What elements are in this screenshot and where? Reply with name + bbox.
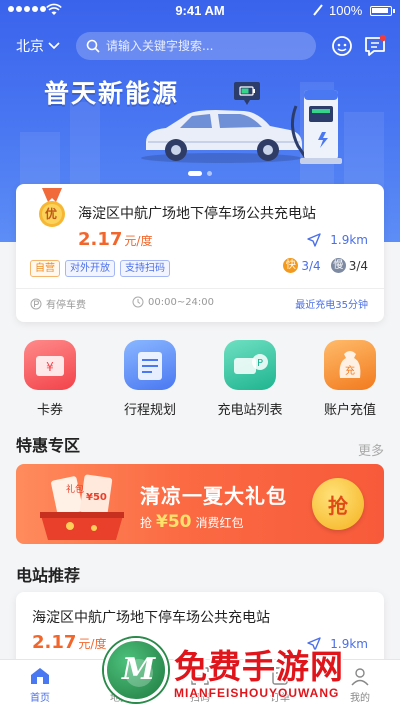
featured-station-card[interactable]: 优 海淀区中航广场地下停车场公共充电站 2.17 元/度 1.9km 自营 对外开… xyxy=(16,184,384,322)
promo-banner[interactable]: 礼包 ¥50 清凉一夏大礼包 抢 ¥50 消费红包 抢 xyxy=(16,464,384,544)
scan-icon xyxy=(191,667,209,685)
parking-icon xyxy=(30,298,42,309)
tab-map[interactable]: 地图 xyxy=(80,660,160,711)
bottom-tab-bar: 首页 地图 扫码 订单 我的 xyxy=(0,659,400,711)
entry-label: 行程规划 xyxy=(123,403,176,418)
station-name: 海淀区中航广场地下停车场公共充电站 xyxy=(78,206,316,222)
price-unit: 元/度 xyxy=(78,637,107,651)
recent-charge: 最近充电35分钟 xyxy=(295,300,368,311)
entry-station-list[interactable]: P 充电站列表 xyxy=(200,340,300,418)
quick-entry-grid: ¥ 卡券 行程规划 P 充电站列表 充 账户充值 xyxy=(0,340,400,418)
ticket-amount: ¥50 xyxy=(86,492,107,503)
port-availability: 快 3/4 慢 3/4 xyxy=(283,258,368,273)
distance-value: 1.9km xyxy=(330,233,368,247)
city-label: 北京 xyxy=(16,39,44,55)
card-divider xyxy=(16,288,384,289)
parking-text: 有停车费 xyxy=(46,300,86,311)
entry-label: 充电站列表 xyxy=(217,403,283,418)
home-icon xyxy=(31,668,49,684)
tab-scan[interactable]: 扫码 xyxy=(160,660,240,711)
rotation-lock-icon xyxy=(313,4,323,16)
deals-more-link[interactable]: 更多 xyxy=(358,440,384,459)
slow-charge-badge: 慢 xyxy=(330,258,346,273)
chevron-down-icon xyxy=(48,42,60,50)
order-icon xyxy=(272,667,288,685)
navigate-distance[interactable]: 1.9km xyxy=(306,232,368,248)
tab-label: 订单 xyxy=(270,693,290,704)
tab-orders[interactable]: 订单 xyxy=(240,660,320,711)
tag-open-public: 对外开放 xyxy=(65,260,115,277)
search-input[interactable] xyxy=(106,39,296,53)
promo-amount: ¥50 xyxy=(156,512,192,532)
coupon-icon[interactable]: ¥ xyxy=(24,340,76,390)
deals-section-title: 特惠专区 xyxy=(16,436,81,455)
svg-text:P: P xyxy=(257,358,263,369)
promo-title: 清凉一夏大礼包 xyxy=(140,484,287,508)
svg-text:¥: ¥ xyxy=(46,360,54,374)
parking-info: 有停车费 xyxy=(30,296,86,311)
tag-scan-supported: 支持扫码 xyxy=(120,260,170,277)
station-name: 海淀区中航广场地下停车场公共充电站 xyxy=(32,610,270,626)
navigation-arrow-icon[interactable] xyxy=(306,232,322,248)
price-unit: 元/度 xyxy=(124,234,153,248)
svg-text:充: 充 xyxy=(345,364,355,377)
recommend-section-title: 电站推荐 xyxy=(16,566,81,585)
charging-pile-illustration xyxy=(291,90,342,164)
battery-percent: 100% xyxy=(329,3,363,18)
navigate-distance[interactable]: 1.9km xyxy=(306,636,368,652)
tab-label: 我的 xyxy=(350,693,370,704)
battery-bubble-icon xyxy=(234,82,260,105)
station-tags: 自营 对外开放 支持扫码 xyxy=(30,260,170,277)
search-box[interactable] xyxy=(76,32,316,60)
hours-text: 00:00~24:00 xyxy=(148,296,215,308)
station-list-icon[interactable]: P xyxy=(224,340,276,390)
fast-charge-badge: 快 xyxy=(283,258,299,273)
tab-label: 首页 xyxy=(30,693,50,704)
fast-ports-count: 3/4 xyxy=(301,258,321,273)
price-value: 2.17 xyxy=(78,229,123,250)
promo-suffix: 消费红包 xyxy=(195,516,244,530)
banner-pagination[interactable] xyxy=(0,171,400,176)
price-value: 2.17 xyxy=(32,632,77,653)
distance-value: 1.9km xyxy=(330,637,368,651)
electric-car-illustration[interactable] xyxy=(136,102,306,164)
entry-trip-planning[interactable]: 行程规划 xyxy=(100,340,200,418)
route-plan-icon[interactable] xyxy=(124,340,176,390)
ticket-small-label: 礼包 xyxy=(66,485,85,495)
message-icon[interactable] xyxy=(362,33,388,59)
promo-prefix: 抢 xyxy=(140,516,153,530)
customer-service-icon[interactable] xyxy=(329,33,355,59)
city-selector[interactable]: 北京 xyxy=(16,36,60,56)
station-price: 2.17 元/度 xyxy=(32,632,106,653)
banner-dot-active[interactable] xyxy=(188,171,202,176)
tab-label: 扫码 xyxy=(190,693,210,704)
slow-ports: 慢 3/4 xyxy=(330,258,368,273)
tab-profile[interactable]: 我的 xyxy=(320,660,400,711)
battery-icon xyxy=(370,6,395,16)
entry-label: 账户充值 xyxy=(323,403,376,418)
entry-coupons[interactable]: ¥ 卡券 xyxy=(0,340,100,418)
entry-label: 卡券 xyxy=(36,403,63,418)
tag-self-operated: 自营 xyxy=(30,260,60,277)
grab-button[interactable]: 抢 xyxy=(312,478,364,530)
station-price: 2.17 元/度 xyxy=(78,229,152,250)
entry-account-recharge[interactable]: 充 账户充值 xyxy=(300,340,400,418)
tab-label: 地图 xyxy=(110,693,130,704)
profile-icon xyxy=(351,668,369,686)
opening-hours: 00:00~24:00 xyxy=(132,296,214,308)
navigation-arrow-icon[interactable] xyxy=(306,636,322,652)
slow-ports-count: 3/4 xyxy=(348,258,368,273)
tab-home[interactable]: 首页 xyxy=(0,660,80,711)
promo-subtitle: 抢 ¥50 消费红包 xyxy=(140,512,244,532)
medal-text: 优 xyxy=(45,207,58,221)
status-bar: 9:41 AM 100% xyxy=(0,0,400,22)
search-icon xyxy=(86,39,100,53)
banner-dot[interactable] xyxy=(207,171,212,176)
map-icon xyxy=(110,667,130,685)
fast-ports: 快 3/4 xyxy=(283,258,321,273)
recharge-bag-icon[interactable]: 充 xyxy=(324,340,376,390)
clock-icon xyxy=(132,296,144,308)
